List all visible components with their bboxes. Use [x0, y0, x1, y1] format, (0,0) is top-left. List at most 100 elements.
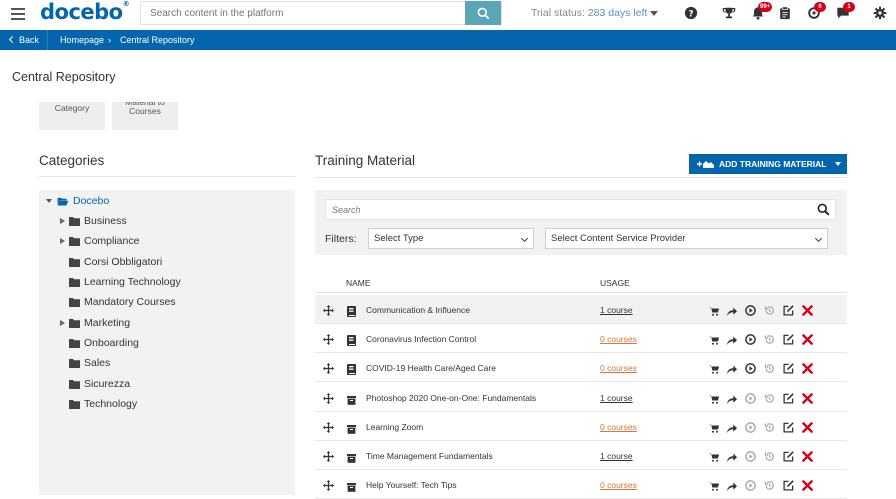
- share-icon[interactable]: [727, 478, 737, 496]
- help-icon[interactable]: ?: [684, 6, 698, 20]
- usage-link[interactable]: 0 courses: [600, 422, 637, 432]
- edit-icon[interactable]: [783, 391, 794, 409]
- play-icon[interactable]: [745, 361, 756, 379]
- edit-icon[interactable]: [783, 449, 794, 467]
- delete-icon[interactable]: [802, 332, 813, 350]
- table-row[interactable]: Coronavirus Infection Control 0 courses: [315, 324, 847, 354]
- delete-icon[interactable]: [802, 361, 813, 379]
- drag-handle-icon[interactable]: [323, 361, 334, 379]
- notifications[interactable]: 99+: [751, 2, 773, 20]
- share-icon[interactable]: [727, 303, 737, 321]
- tree-item-corsi-obbligatori[interactable]: Corsi Obbligatori: [69, 256, 162, 268]
- share-icon[interactable]: [727, 391, 737, 409]
- drag-handle-icon[interactable]: [323, 332, 334, 350]
- platform-search-button[interactable]: [465, 1, 501, 25]
- drag-handle-icon[interactable]: [323, 420, 334, 438]
- tasks[interactable]: 6: [807, 2, 826, 20]
- drag-handle-icon[interactable]: [323, 478, 334, 496]
- table-row[interactable]: Photoshop 2020 One-on-One: Fundamentals …: [315, 383, 847, 412]
- edit-icon[interactable]: [783, 303, 794, 321]
- menu-icon[interactable]: [11, 8, 25, 20]
- edit-icon[interactable]: [783, 361, 794, 379]
- usage-link[interactable]: 0 courses: [600, 363, 637, 373]
- tree-item-technology[interactable]: Technology: [69, 398, 137, 410]
- delete-icon[interactable]: [802, 478, 813, 496]
- play-icon[interactable]: [745, 391, 756, 409]
- tile-material-to-courses[interactable]: Material to Courses: [112, 102, 178, 130]
- tree-item-sales[interactable]: Sales: [69, 357, 110, 369]
- drag-handle-icon[interactable]: [323, 449, 334, 467]
- share-icon[interactable]: [727, 361, 737, 379]
- cart-icon[interactable]: [709, 478, 719, 496]
- cart-icon[interactable]: [709, 420, 719, 438]
- delete-icon[interactable]: [802, 303, 813, 321]
- tree-item-sicurezza[interactable]: Sicurezza: [69, 378, 130, 390]
- history-icon[interactable]: [764, 420, 775, 438]
- trial-status[interactable]: Trial status: 283 days left: [531, 7, 659, 19]
- table-row[interactable]: Learning Zoom 0 courses: [315, 412, 847, 441]
- tree-root-docebo[interactable]: Docebo: [46, 195, 109, 207]
- play-icon[interactable]: [745, 332, 756, 350]
- play-icon[interactable]: [745, 303, 756, 321]
- delete-icon[interactable]: [802, 420, 813, 438]
- select-content-provider-dropdown[interactable]: Select Content Service Provider: [545, 228, 828, 249]
- drag-handle-icon[interactable]: [323, 391, 334, 409]
- history-icon[interactable]: [764, 332, 775, 350]
- share-icon[interactable]: [727, 332, 737, 350]
- tree-item-mandatory-courses[interactable]: Mandatory Courses: [69, 296, 176, 308]
- clipboard-icon[interactable]: [778, 6, 792, 20]
- delete-icon[interactable]: [802, 449, 813, 467]
- cart-icon[interactable]: [709, 361, 719, 379]
- table-row[interactable]: COVID-19 Health Care/Aged Care 0 courses: [315, 353, 847, 383]
- table-row[interactable]: Communication & Influence 1 course: [315, 295, 847, 324]
- usage-link[interactable]: 0 courses: [600, 334, 637, 344]
- cart-icon[interactable]: [709, 449, 719, 467]
- cart-icon[interactable]: [709, 303, 719, 321]
- gear-icon[interactable]: [873, 6, 887, 20]
- tree-item-onboarding[interactable]: Onboarding: [69, 337, 139, 349]
- expand-icon[interactable]: [60, 218, 65, 224]
- select-type-dropdown[interactable]: Select Type: [368, 228, 534, 249]
- history-icon[interactable]: [764, 391, 775, 409]
- play-icon[interactable]: [745, 420, 756, 438]
- add-training-material-button[interactable]: ADD TRAINING MATERIAL: [689, 154, 847, 174]
- expand-icon[interactable]: [60, 238, 65, 244]
- delete-icon[interactable]: [802, 391, 813, 409]
- usage-link[interactable]: 0 courses: [600, 480, 637, 490]
- share-icon[interactable]: [727, 420, 737, 438]
- edit-icon[interactable]: [783, 332, 794, 350]
- docebo-logo[interactable]: docebo®: [40, 0, 130, 24]
- material-search-input[interactable]: [326, 200, 806, 219]
- tree-item-business[interactable]: Business: [60, 215, 127, 227]
- expand-icon[interactable]: [60, 320, 65, 326]
- play-icon[interactable]: [745, 478, 756, 496]
- tree-item-marketing[interactable]: Marketing: [60, 317, 130, 329]
- platform-search-input[interactable]: [141, 2, 467, 24]
- column-header-name[interactable]: NAME: [346, 278, 371, 288]
- history-icon[interactable]: [764, 478, 775, 496]
- usage-link[interactable]: 1 course: [600, 393, 633, 403]
- breadcrumb-home[interactable]: Homepage: [60, 35, 104, 45]
- search-icon[interactable]: [817, 203, 830, 216]
- cart-icon[interactable]: [709, 332, 719, 350]
- edit-icon[interactable]: [783, 420, 794, 438]
- trophy-icon[interactable]: [722, 6, 736, 20]
- history-icon[interactable]: [764, 303, 775, 321]
- collapse-icon[interactable]: [46, 199, 52, 203]
- table-row[interactable]: Time Management Fundamentals 1 course: [315, 441, 847, 470]
- edit-icon[interactable]: [783, 478, 794, 496]
- tree-item-learning-technology[interactable]: Learning Technology: [69, 276, 181, 288]
- back-link[interactable]: Back: [8, 35, 39, 45]
- history-icon[interactable]: [764, 361, 775, 379]
- history-icon[interactable]: [764, 449, 775, 467]
- play-icon[interactable]: [745, 449, 756, 467]
- tile-category[interactable]: Category: [39, 102, 105, 130]
- usage-link[interactable]: 1 course: [600, 305, 633, 315]
- column-header-usage[interactable]: USAGE: [600, 278, 630, 288]
- usage-link[interactable]: 1 course: [600, 451, 633, 461]
- messages[interactable]: 1: [836, 2, 855, 20]
- tree-item-compliance[interactable]: Compliance: [60, 235, 139, 247]
- drag-handle-icon[interactable]: [323, 303, 334, 321]
- share-icon[interactable]: [727, 449, 737, 467]
- cart-icon[interactable]: [709, 391, 719, 409]
